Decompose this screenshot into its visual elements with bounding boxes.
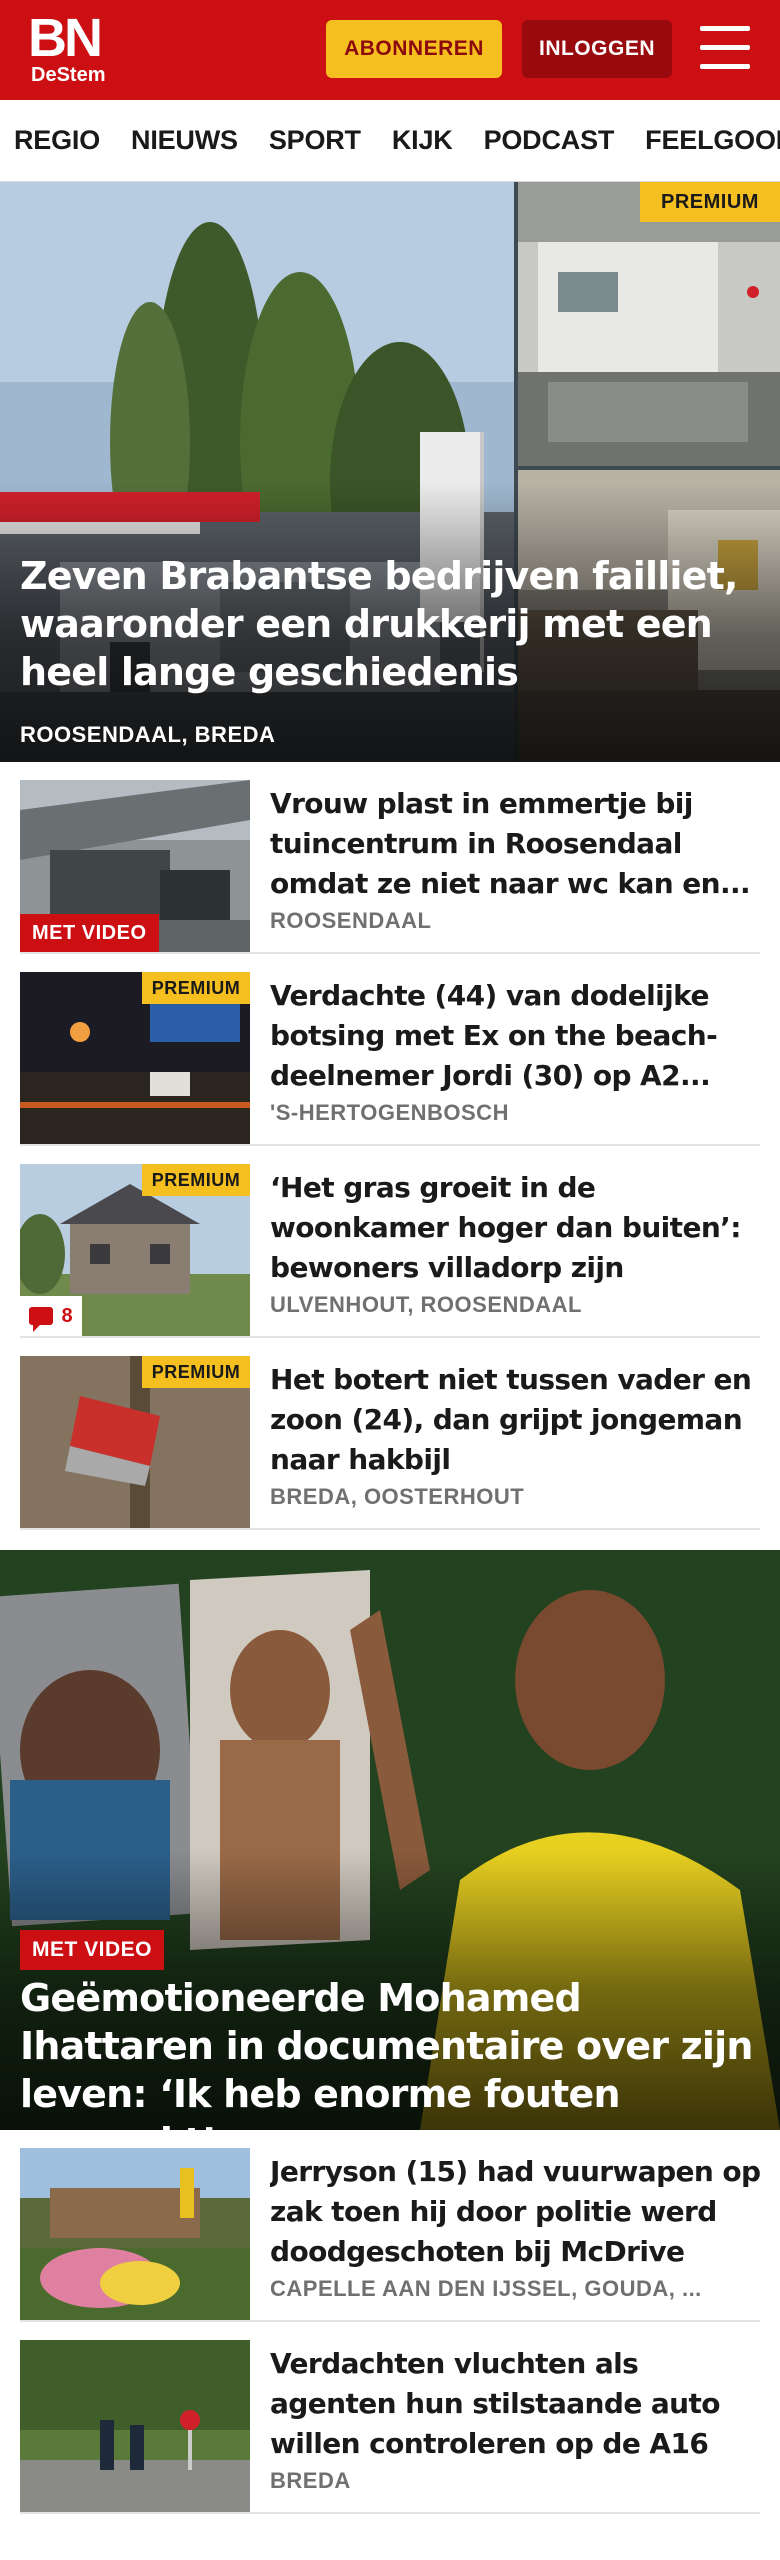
article-list: MET VIDEO Vrouw plast in emmertje bij tu…	[0, 762, 780, 1530]
logo-main: BN	[28, 8, 103, 68]
article-list-2: Jerryson (15) had vuurwapen op zak toen …	[0, 2130, 780, 2514]
nav-item-feelgood[interactable]: FEELGOOD	[645, 125, 780, 156]
comment-icon	[29, 1307, 54, 1332]
article-headline[interactable]: Jerryson (15) had vuurwapen op zak toen …	[270, 2152, 770, 2272]
list-item[interactable]: PREMIUM Verdachte (44) van dodelijke bot…	[20, 954, 760, 1146]
article-thumbnail: PREMIUM	[20, 972, 250, 1144]
nav-item-kijk[interactable]: KIJK	[392, 125, 453, 156]
nav-item-regio[interactable]: REGIO	[14, 125, 100, 156]
article-headline[interactable]: Vrouw plast in emmertje bij tuincentrum …	[270, 784, 770, 904]
list-item[interactable]: MET VIDEO Vrouw plast in emmertje bij tu…	[20, 762, 760, 954]
list-item[interactable]: PREMIUM Het botert niet tussen vader en …	[20, 1338, 760, 1530]
hero-headline[interactable]: Zeven Brabantse bedrijven failliet, waar…	[20, 552, 760, 696]
video-badge: MET VIDEO	[20, 914, 159, 952]
nav-item-podcast[interactable]: PODCAST	[484, 125, 615, 156]
subscribe-button[interactable]: ABONNEREN	[326, 20, 502, 78]
feature-article[interactable]: MET VIDEO Geëmotioneerde Mohamed Ihattar…	[0, 1550, 780, 2130]
article-location: ROOSENDAAL	[270, 908, 432, 933]
premium-badge: PREMIUM	[640, 182, 780, 222]
article-headline[interactable]: Verdachte (44) van dodelijke botsing met…	[270, 976, 770, 1096]
article-thumbnail	[20, 2148, 250, 2320]
premium-badge: PREMIUM	[142, 972, 250, 1004]
premium-badge: PREMIUM	[142, 1356, 250, 1388]
article-headline[interactable]: ‘Het gras groeit in de woonkamer hoger d…	[270, 1168, 770, 1288]
article-thumbnail: PREMIUM	[20, 1356, 250, 1528]
nav-item-sport[interactable]: SPORT	[269, 125, 361, 156]
nav-item-nieuws[interactable]: NIEUWS	[131, 125, 238, 156]
article-headline[interactable]: Het botert niet tussen vader en zoon (24…	[270, 1360, 770, 1480]
hero-image-printer	[518, 182, 780, 466]
menu-icon[interactable]	[700, 26, 750, 70]
article-location: BREDA, OOSTERHOUT	[270, 1484, 525, 1509]
video-badge: MET VIDEO	[20, 1930, 165, 1970]
premium-badge: PREMIUM	[142, 1164, 250, 1196]
login-button[interactable]: INLOGGEN	[522, 20, 672, 78]
comment-count-value: 8	[61, 1304, 73, 1327]
list-item[interactable]: Verdachten vluchten als agenten hun stil…	[20, 2322, 760, 2514]
comment-count[interactable]: 8	[20, 1296, 82, 1336]
article-thumbnail	[20, 2340, 250, 2512]
article-location: BREDA	[270, 2468, 351, 2493]
bndestem-logo[interactable]: BN DeStem	[28, 8, 118, 88]
list-item[interactable]: Jerryson (15) had vuurwapen op zak toen …	[20, 2130, 761, 2322]
thumbnail-mcdrive-memorial	[20, 2148, 250, 2320]
article-thumbnail: MET VIDEO	[20, 780, 250, 952]
hero-location: ROOSENDAAL, BREDA	[20, 722, 276, 747]
article-location: 'S-HERTOGENBOSCH	[270, 1100, 509, 1125]
list-item[interactable]: PREMIUM 8 ‘Het gras groeit in de woonkam…	[20, 1146, 760, 1338]
article-headline[interactable]: Verdachten vluchten als agenten hun stil…	[270, 2344, 770, 2464]
hero-article[interactable]: PREMIUM Zeven Brabantse bedrijven failli…	[0, 182, 780, 762]
section-nav: REGIO NIEUWS SPORT KIJK PODCAST FEELGOOD	[0, 100, 780, 182]
logo-sub: DeStem	[31, 64, 106, 86]
article-location: CAPELLE AAN DEN IJSSEL, GOUDA, ...	[270, 2276, 702, 2301]
feature-headline[interactable]: Geëmotioneerde Mohamed Ihattaren in docu…	[20, 1974, 760, 2130]
article-thumbnail: PREMIUM 8	[20, 1164, 250, 1336]
site-header: BN DeStem ABONNEREN INLOGGEN	[0, 0, 780, 100]
article-location: ULVENHOUT, ROOSENDAAL	[270, 1292, 582, 1317]
thumbnail-police-road	[20, 2340, 250, 2512]
